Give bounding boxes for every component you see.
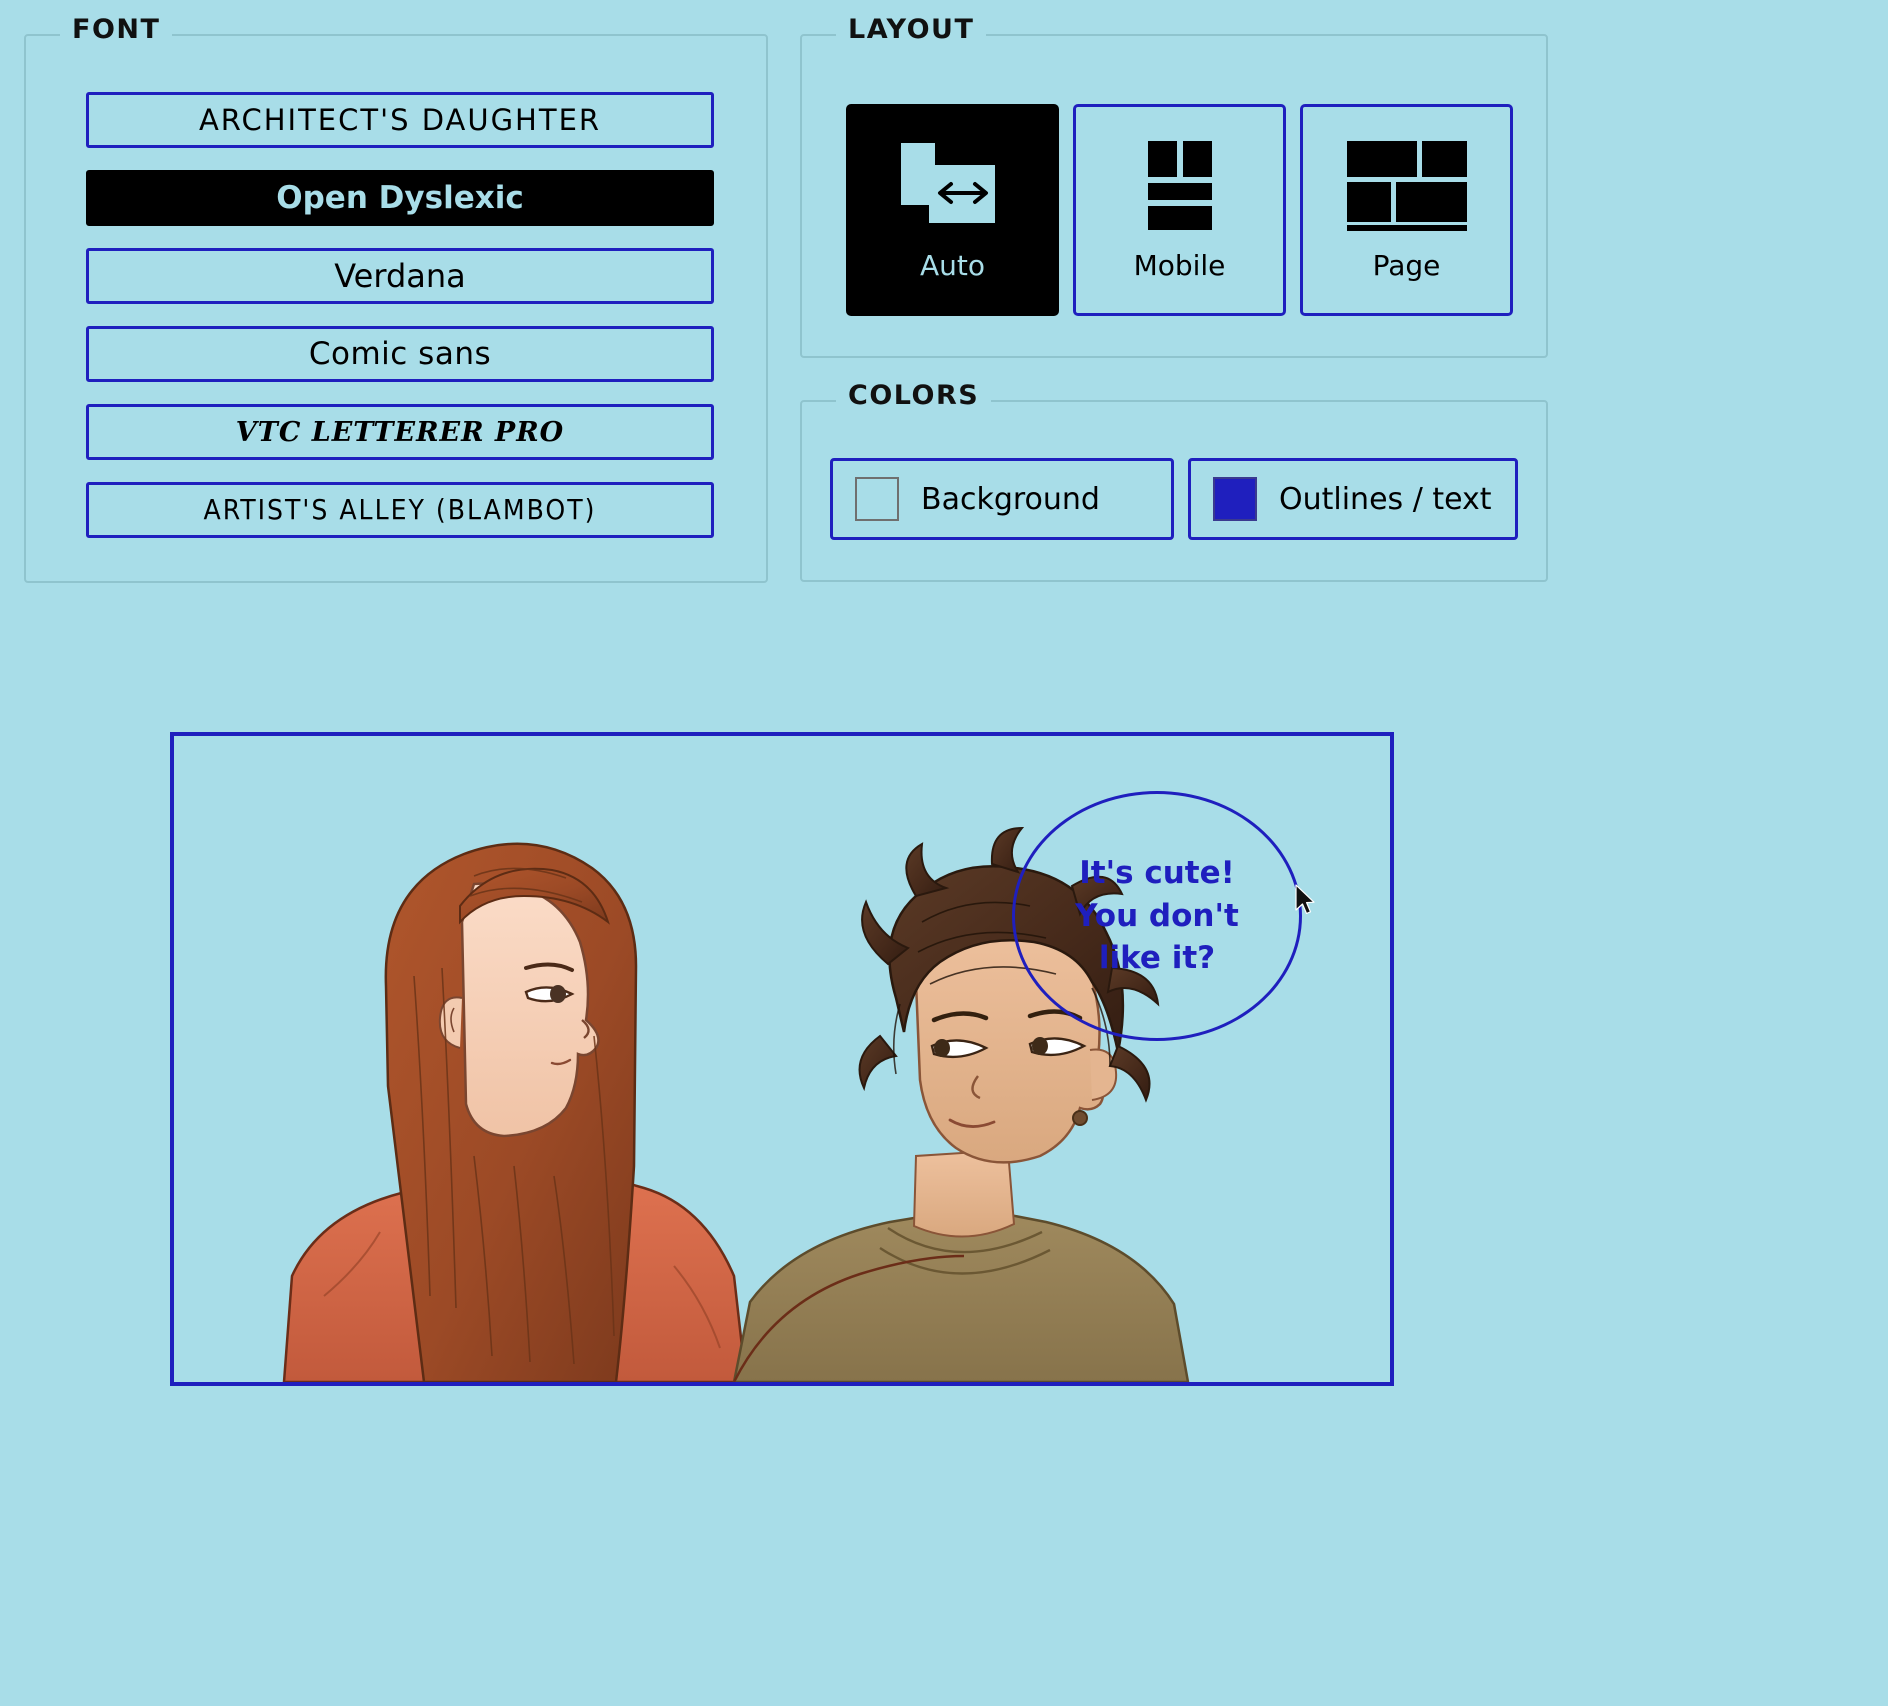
- font-option-label: Open Dyslexic: [276, 179, 524, 216]
- layout-option-auto[interactable]: Auto: [846, 104, 1059, 316]
- font-option-comic-sans[interactable]: Comic sans: [86, 326, 714, 382]
- font-option-label: ARCHITECT'S DAUGHTER: [198, 102, 602, 137]
- mouse-pointer-icon: [1295, 884, 1315, 915]
- mobile-icon-block: [1147, 182, 1212, 200]
- font-option-open-dyslexic[interactable]: Open Dyslexic: [86, 170, 714, 226]
- page-icon-block: [1346, 224, 1467, 231]
- mobile-icon-block: [1147, 140, 1177, 177]
- speech-bubble-line: You don't: [1075, 897, 1239, 934]
- mobile-layout-icon: [1140, 139, 1220, 231]
- auto-layout-icon: [895, 139, 1011, 231]
- background-color-swatch[interactable]: [855, 477, 899, 521]
- auto-icon-front-page: [900, 142, 935, 205]
- font-option-label: Verdana: [334, 257, 466, 295]
- font-option-label: ARTIST'S ALLEY (BLAMBOT): [203, 493, 597, 526]
- font-option-label: Comic sans: [308, 335, 492, 372]
- colors-panel: COLORS Background Outlines / text: [800, 380, 1548, 582]
- color-option-list: Background Outlines / text: [830, 458, 1518, 540]
- layout-panel-title: LAYOUT: [836, 14, 987, 45]
- font-panel-title: FONT: [60, 14, 173, 45]
- character-left: [282, 842, 748, 1382]
- background-color-button[interactable]: Background: [830, 458, 1174, 540]
- font-option-vtc-letterer-pro[interactable]: VTC LETTERER PRO: [86, 404, 714, 460]
- speech-bubble-line: like it?: [1098, 940, 1216, 977]
- font-option-artists-alley[interactable]: ARTIST'S ALLEY (BLAMBOT): [86, 482, 714, 538]
- outlines-text-color-swatch[interactable]: [1213, 477, 1257, 521]
- layout-option-label: Page: [1372, 248, 1441, 282]
- speech-bubble-line: It's cute!: [1079, 854, 1235, 891]
- outlines-text-color-button[interactable]: Outlines / text: [1188, 458, 1518, 540]
- page-icon-block: [1346, 140, 1417, 177]
- font-option-list: ARCHITECT'S DAUGHTER Open Dyslexic Verda…: [86, 92, 714, 560]
- layout-option-page[interactable]: Page: [1300, 104, 1513, 316]
- font-option-label: VTC LETTERER PRO: [235, 416, 565, 448]
- outlines-text-color-label: Outlines / text: [1279, 481, 1492, 517]
- layout-option-list: Auto Mobile Page: [846, 104, 1513, 316]
- speech-bubble[interactable]: It's cute! You don't like it?: [1012, 791, 1302, 1041]
- layout-option-mobile[interactable]: Mobile: [1073, 104, 1286, 316]
- colors-panel-title: COLORS: [836, 380, 992, 411]
- font-panel: FONT ARCHITECT'S DAUGHTER Open Dyslexic …: [24, 14, 768, 583]
- page-layout-icon: [1345, 139, 1469, 231]
- mobile-icon-block: [1147, 205, 1212, 230]
- page-icon-block: [1421, 140, 1467, 177]
- page-icon-block: [1395, 181, 1467, 222]
- font-option-architects-daughter[interactable]: ARCHITECT'S DAUGHTER: [86, 92, 714, 148]
- comic-preview-panel[interactable]: It's cute! You don't like it?: [170, 732, 1394, 1386]
- page-icon-block: [1346, 181, 1391, 222]
- resize-arrow-icon: [937, 181, 988, 204]
- layout-option-label: Auto: [919, 248, 985, 282]
- mobile-icon-block: [1182, 140, 1212, 177]
- layout-panel: LAYOUT Auto Mobile Page: [800, 14, 1548, 358]
- layout-option-label: Mobile: [1133, 248, 1226, 282]
- font-option-verdana[interactable]: Verdana: [86, 248, 714, 304]
- background-color-label: Background: [921, 481, 1100, 517]
